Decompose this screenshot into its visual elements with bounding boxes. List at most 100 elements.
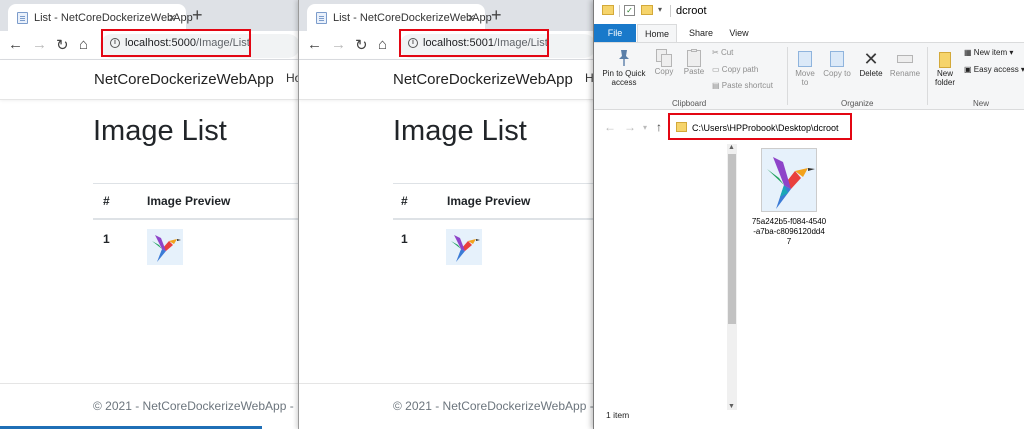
address-path: /Image/List: [195, 37, 250, 49]
pin-icon: [619, 50, 629, 66]
recent-locations-icon[interactable]: ▾: [643, 123, 647, 132]
new-item-icon: ▦: [964, 48, 972, 57]
customize-dropdown-icon[interactable]: ▾: [658, 5, 662, 14]
site-navbar: NetCoreDockerizeWebApp Ho: [0, 60, 300, 100]
browser-toolbar: ← → ↻ ⌂ i localhost:5001/Image/List: [299, 29, 596, 60]
window-title: dcroot: [676, 5, 707, 17]
copy-label: Copy: [654, 67, 674, 76]
footer-text: © 2021 - NetCoreDockerizeWebApp -: [393, 399, 594, 413]
tab-file[interactable]: File: [594, 24, 636, 42]
browser-tab[interactable]: List - NetCoreDockerizeWebApp ×: [307, 4, 492, 31]
new-item-button[interactable]: ▦ New item ▾: [964, 48, 1013, 57]
address-bar[interactable]: C:\Users\HPProbook\Desktop\dcroot: [668, 113, 852, 140]
col-header-num: #: [103, 194, 110, 208]
easy-access-button[interactable]: ▣ Easy access ▾: [964, 65, 1024, 74]
page-icon: [17, 12, 28, 24]
forward-icon[interactable]: →: [624, 120, 636, 134]
cut-icon: ✂: [712, 48, 719, 57]
new-tab-icon[interactable]: +: [491, 5, 502, 26]
image-preview-thumbnail[interactable]: [446, 229, 482, 265]
close-icon[interactable]: ×: [168, 10, 176, 25]
ribbon-tabs: File Home Share View: [594, 24, 1024, 42]
info-icon[interactable]: i: [408, 38, 418, 48]
explorer-title-bar: ✓ ▾ dcroot: [594, 0, 1024, 24]
reload-icon[interactable]: ↻: [355, 36, 368, 54]
back-icon[interactable]: ←: [604, 120, 616, 134]
home-icon[interactable]: ⌂: [378, 36, 387, 53]
file-name[interactable]: 75a242b5-f084-4540-a7ba-c8096120dd47: [751, 217, 827, 247]
address-row: ← → ▾ ↑ C:\Users\HPProbook\Desktop\dcroo…: [594, 110, 1024, 140]
row-number: 1: [401, 232, 408, 246]
brand-link[interactable]: NetCoreDockerizeWebApp: [94, 71, 274, 88]
paste-button[interactable]: Paste: [680, 49, 708, 76]
file-explorer-window: ✓ ▾ dcroot File Home Share View Pin to Q…: [593, 0, 1024, 429]
copy-path-label: Copy path: [721, 65, 759, 74]
copy-to-button[interactable]: Copy to: [823, 49, 851, 78]
home-icon[interactable]: ⌂: [79, 36, 88, 53]
paste-shortcut-label: Paste shortcut: [721, 81, 773, 90]
image-preview-thumbnail[interactable]: [147, 229, 183, 265]
status-bar: 1 item: [594, 410, 1024, 429]
new-folder-quick-icon[interactable]: [641, 5, 653, 15]
delete-label: Delete: [859, 69, 883, 78]
copy-to-label: Copy to: [823, 69, 851, 78]
paste-icon: [686, 49, 702, 67]
col-header-num: #: [401, 194, 408, 208]
scroll-thumb[interactable]: [728, 154, 736, 324]
new-folder-button[interactable]: New folder: [930, 49, 960, 87]
move-to-button[interactable]: Move to: [791, 49, 819, 87]
cut-button[interactable]: ✂ Cut: [712, 48, 733, 57]
rename-button[interactable]: Rename: [888, 49, 922, 78]
paste-shortcut-icon: ▤: [712, 81, 720, 90]
clipboard-group-label: Clipboard: [672, 99, 707, 108]
address-path: /Image/List: [493, 37, 548, 49]
image-table: # Image Preview 1: [393, 183, 596, 293]
pin-quick-access-button[interactable]: Pin to Quick access: [596, 49, 652, 87]
scrollbar[interactable]: ▲ ▼: [727, 144, 737, 410]
delete-icon: ✕: [863, 49, 879, 69]
new-item-label: New item: [973, 48, 1008, 57]
site-footer: © 2021 - NetCoreDockerizeWebApp -: [299, 383, 596, 429]
new-tab-icon[interactable]: +: [192, 5, 203, 26]
col-header-preview: Image Preview: [147, 194, 231, 208]
address-host: localhost:5000: [125, 37, 196, 49]
new-folder-icon: [937, 49, 953, 69]
rename-icon: [896, 49, 914, 69]
copy-path-button[interactable]: ▭ Copy path: [712, 65, 758, 74]
footer-text: © 2021 - NetCoreDockerizeWebApp -: [93, 399, 298, 413]
back-icon[interactable]: ←: [307, 36, 322, 53]
copy-path-icon: ▭: [712, 65, 720, 74]
info-icon[interactable]: i: [110, 38, 120, 48]
forward-icon[interactable]: →: [32, 36, 47, 53]
tab-home[interactable]: Home: [637, 24, 677, 42]
file-list: ▲ ▼ 75a242b5-f084-4540-a7ba-c8096120dd47: [594, 140, 1024, 410]
reload-icon[interactable]: ↻: [56, 36, 69, 54]
scroll-up-icon[interactable]: ▲: [728, 144, 735, 151]
forward-icon[interactable]: →: [331, 36, 346, 53]
browser-tab[interactable]: List - NetCoreDockerizeWebApp ×: [8, 4, 193, 31]
address-bar[interactable]: i localhost:5001/Image/List: [399, 29, 549, 57]
tab-view[interactable]: View: [724, 24, 754, 42]
properties-icon[interactable]: ✓: [624, 5, 635, 16]
back-icon[interactable]: ←: [8, 36, 23, 53]
delete-button[interactable]: ✕ Delete: [856, 49, 886, 78]
tab-share[interactable]: Share: [684, 24, 718, 42]
col-header-preview: Image Preview: [447, 194, 531, 208]
cut-label: Cut: [720, 48, 734, 57]
copy-icon: [656, 49, 672, 67]
paste-shortcut-button[interactable]: ▤ Paste shortcut: [712, 81, 773, 90]
copy-button[interactable]: Copy: [650, 49, 678, 76]
image-file-thumbnail[interactable]: [761, 148, 817, 212]
ribbon: Pin to Quick access Copy Paste ✂ Cut ▭ C…: [594, 42, 1024, 110]
image-table: # Image Preview 1: [93, 183, 300, 293]
scroll-down-icon[interactable]: ▼: [728, 403, 735, 410]
address-bar[interactable]: i localhost:5000/Image/List: [101, 29, 251, 57]
close-icon[interactable]: ×: [467, 10, 475, 25]
easy-access-label: Easy access: [973, 65, 1019, 74]
page-title: Image List: [393, 115, 527, 147]
site-footer: © 2021 - NetCoreDockerizeWebApp - P: [0, 383, 300, 429]
brand-link[interactable]: NetCoreDockerizeWebApp: [393, 71, 573, 88]
rename-label: Rename: [889, 69, 921, 78]
organize-group-label: Organize: [841, 99, 874, 108]
up-icon[interactable]: ↑: [656, 120, 662, 134]
